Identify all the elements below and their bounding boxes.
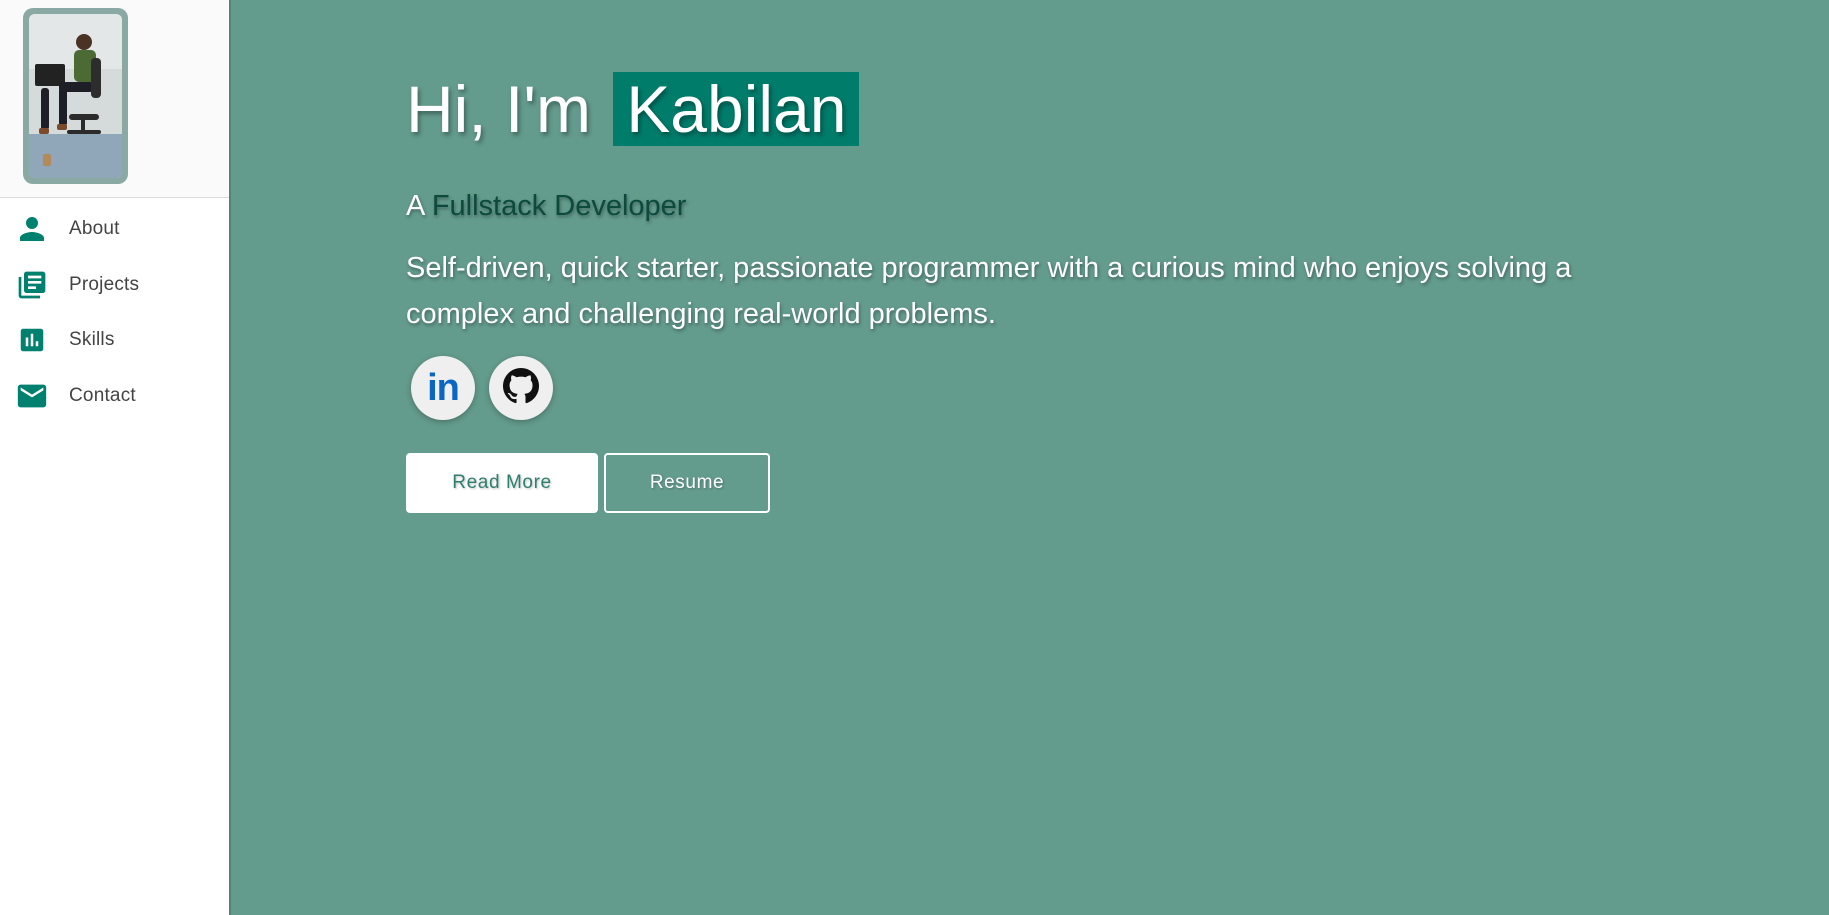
linkedin-button[interactable]: in [411, 356, 475, 420]
hero-title: Hi, I'm Kabilan [406, 64, 860, 154]
hero-description: Self-driven, quick starter, passionate p… [406, 252, 1572, 330]
sidebar-item-skills[interactable]: Skills [0, 316, 229, 364]
sidebar-item-label: Contact [69, 385, 136, 406]
hero-name-highlight: Kabilan [613, 72, 860, 146]
avatar-frame [23, 8, 128, 184]
avatar [29, 14, 122, 178]
sidebar-item-label: Skills [69, 329, 115, 350]
app-root: About Projects Skills Contact Hi, I'm Ka… [0, 0, 1829, 915]
hero-section: Hi, I'm Kabilan A Fullstack Developer Se… [231, 0, 1829, 915]
profile-header [0, 0, 229, 198]
read-more-button[interactable]: Read More [406, 453, 598, 513]
library-books-icon [14, 267, 50, 303]
github-icon [503, 367, 539, 409]
resume-button[interactable]: Resume [604, 453, 770, 513]
linkedin-icon: in [427, 366, 460, 409]
hero-subtitle: A Fullstack Developer [406, 190, 686, 223]
sidebar-item-projects[interactable]: Projects [0, 261, 229, 309]
hero-actions: Read More Resume [406, 453, 770, 513]
sidebar-item-about[interactable]: About [0, 205, 229, 253]
sidebar-item-contact[interactable]: Contact [0, 372, 229, 420]
bar-chart-icon [14, 322, 50, 358]
role-text: Fullstack Developer [431, 190, 687, 222]
mail-icon [14, 378, 50, 414]
person-icon [14, 211, 50, 247]
social-links: in [411, 356, 553, 420]
subtitle-prefix: A [406, 190, 424, 222]
sidebar: About Projects Skills Contact [0, 0, 231, 915]
avatar-photo-image [29, 14, 122, 178]
sidebar-item-label: About [69, 218, 120, 239]
sidebar-item-label: Projects [69, 274, 140, 295]
github-button[interactable] [489, 356, 553, 420]
greeting-text: Hi, I'm [406, 72, 591, 146]
